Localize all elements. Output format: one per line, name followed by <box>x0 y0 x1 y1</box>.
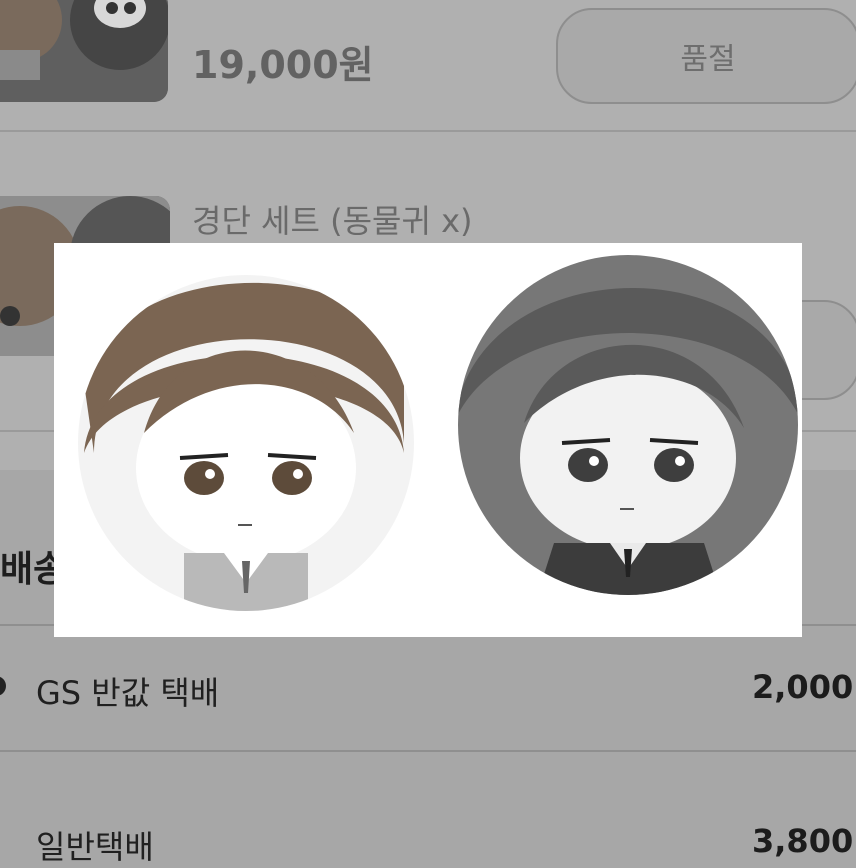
product-thumbnail[interactable] <box>0 0 168 102</box>
shipping-divider <box>0 750 856 752</box>
dark-hair-character-avatar <box>458 255 798 595</box>
shipping-option-label[interactable]: 일반택배 <box>36 822 154 868</box>
sold-out-button[interactable]: 품절 <box>556 8 856 104</box>
item-price: 19,000원 <box>192 43 374 87</box>
image-overlay-card <box>54 243 802 637</box>
avatar-pair-image <box>78 255 798 611</box>
brown-hair-character-avatar <box>78 275 414 611</box>
item-name: 경단 세트 (동물귀 x) <box>192 202 473 240</box>
shipping-option-label[interactable]: GS 반값 택배 <box>36 668 219 714</box>
shipping-option-price: 3,800 <box>752 822 854 860</box>
shipping-option-price: 2,000 <box>752 668 854 706</box>
item-divider <box>0 130 856 132</box>
shipping-radio[interactable] <box>0 676 6 696</box>
